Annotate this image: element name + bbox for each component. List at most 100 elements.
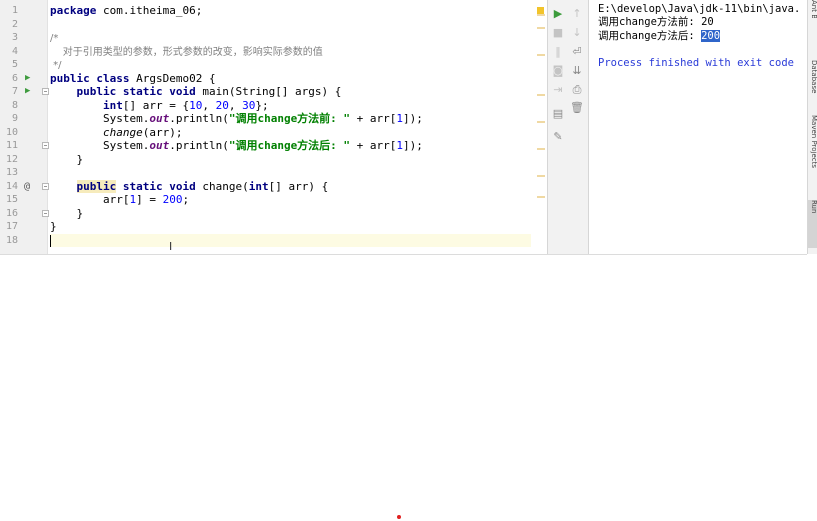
soft-wrap-icon[interactable]: ⏎ [569,44,585,60]
selected-output-value[interactable]: 200 [701,30,721,42]
code-line[interactable]: public class ArgsDemo02 { [50,72,547,86]
code-token: ]); [403,112,423,125]
line-number: 2 [11,18,18,30]
pause-icon[interactable]: ‖ [550,44,566,60]
code-token: static void [122,179,196,193]
line-number: 18 [5,234,18,246]
line-number: 3 [11,32,18,43]
line-number: 16 [5,207,18,219]
code-line[interactable]: */ [50,58,547,72]
code-token: ]); [403,139,423,152]
gutter-line: 6 ▶ [0,72,48,86]
scroll-to-end-icon[interactable]: ⇊ [569,63,585,79]
code-token: int [102,98,123,112]
console-output-after: 调用change方法后: 200 [598,30,721,43]
line-number: 14 [5,180,18,192]
code-line[interactable]: 对于引用类型的参数，形式参数的改变，影响实际参数的值 [50,45,547,59]
code-line[interactable]: } [50,220,547,234]
fold-toggle-icon[interactable] [42,142,49,149]
stripe-mark[interactable] [537,94,545,96]
down-arrow-icon[interactable]: ↓ [569,25,585,41]
code-token: ; [182,193,190,206]
code-token: + arr[ [350,112,397,125]
stripe-mark[interactable] [537,27,545,29]
stripe-mark[interactable] [537,13,545,16]
code-line[interactable]: package com.itheima_06; [50,4,547,18]
print-icon[interactable]: ⎙ [569,82,585,98]
code-token: , [228,98,243,112]
code-token: public static void [76,85,196,98]
stripe-mark[interactable] [537,175,545,177]
layout-icon[interactable]: ▤ [550,106,566,122]
run-console[interactable]: E:\develop\Java\jdk-11\bin\java. 调用chang… [590,0,807,254]
code-token: (arr); [142,125,183,139]
code-token: change [102,125,143,139]
fold-toggle-icon[interactable] [42,182,49,190]
code-line[interactable]: /* [50,31,547,45]
stop-icon[interactable]: ■ [550,25,566,41]
code-token: }; [255,98,269,112]
code-line[interactable]: } [50,207,547,221]
camera-icon[interactable]: ◙ [550,63,566,79]
code-line[interactable]: System.out.println("调用change方法前: " + arr… [50,112,547,126]
editor-gutter: 1 2 3 4 5 6 ▶ 7 ▶ 8 9 10 11 12 13 14 @15 16 17 18 [0,0,49,254]
code-line[interactable]: change(arr); [50,126,547,140]
gutter-line: 7 ▶ [0,85,49,99]
code-line[interactable] [50,166,547,180]
right-tool-stripe: Ant Build Database Maven Projects Run [807,0,817,254]
console-process-finished: Process finished with exit code [598,57,794,69]
code-line[interactable]: public static void change(int[] arr) { [50,179,547,194]
code-token: 10 [189,98,203,112]
side-tab-ant-build[interactable]: Ant Build [808,0,817,18]
code-line[interactable]: int[] arr = {10, 20, 30}; [50,99,547,113]
gutter-line: 13 [0,166,48,180]
gutter-line: 18 [0,234,48,248]
side-tab-database[interactable]: Database [808,60,817,106]
gutter-line: 16 [0,207,49,221]
run-gutter-icon[interactable]: ▶ [25,72,30,86]
run-gutter-icon[interactable]: ▶ [25,85,30,99]
code-editor[interactable]: 1 2 3 4 5 6 ▶ 7 ▶ 8 9 10 11 12 13 14 @15 16 17 18 package c… [0,0,547,254]
stripe-mark[interactable] [537,196,545,198]
exit-icon[interactable]: ⇥ [550,82,566,98]
gutter-line: 14 @ [0,180,49,194]
side-tab-run[interactable]: Run [808,200,817,248]
stripe-mark[interactable] [537,148,545,150]
code-token: com.itheima_06; [96,4,203,17]
panel-divider [0,254,807,255]
code-line[interactable] [50,233,547,247]
line-number: 5 [11,59,18,70]
code-token: "调用change方法后: " [228,139,351,152]
fold-toggle-icon[interactable] [42,209,49,217]
gutter-line: 2 [0,18,48,32]
code-token: public [76,179,117,193]
code-token: System. [50,139,150,152]
gutter-line: 1 [0,4,48,18]
up-arrow-icon[interactable]: ↑ [569,6,585,22]
code-token: out [149,112,170,125]
code-line[interactable]: arr[1] = 200; [50,193,547,207]
gutter-line: 3 [0,31,48,45]
code-line[interactable]: } [50,153,547,167]
annotation-gutter-icon[interactable]: @ [24,180,30,194]
code-line[interactable]: public static void main(String[] args) { [50,85,547,99]
code-token: out [149,139,170,152]
run-icon[interactable]: ▶ [550,6,566,22]
text-caret [50,234,51,247]
console-output-before: 调用change方法前: 20 [598,16,714,28]
code-token: /* [50,33,59,44]
code-area[interactable]: package com.itheima_06; /* 对于引用类型的参数，形式参数… [50,0,547,254]
stripe-mark[interactable] [537,54,545,56]
stripe-mark[interactable] [537,121,545,123]
code-line[interactable] [50,18,547,32]
fold-toggle-icon[interactable] [42,88,49,95]
pin-icon[interactable]: ✎ [550,129,566,145]
error-stripe[interactable] [531,0,547,254]
code-line[interactable]: System.out.println("调用change方法后: " + arr… [50,139,547,153]
side-tab-maven-projects[interactable]: Maven Projects [808,115,817,195]
trash-icon[interactable]: 🗑 [569,100,585,116]
